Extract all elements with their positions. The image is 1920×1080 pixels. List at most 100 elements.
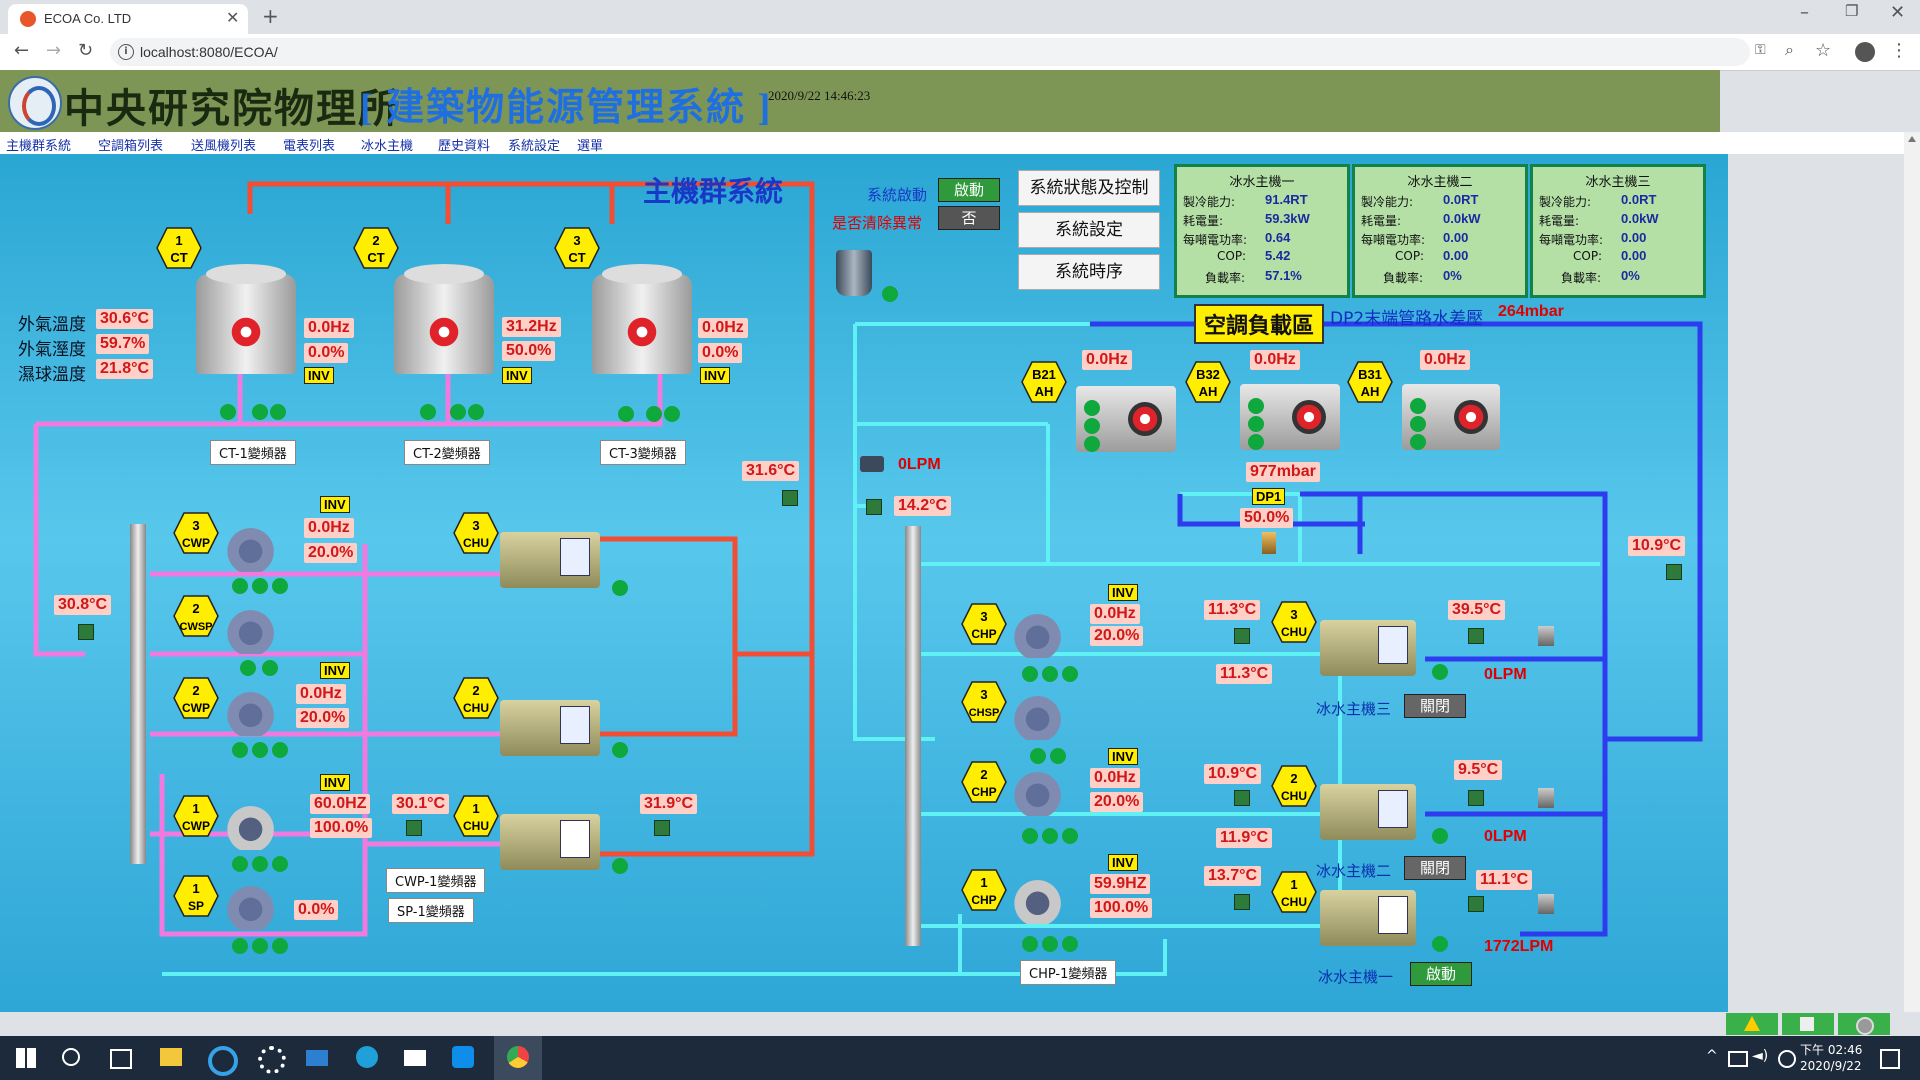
new-tab-icon[interactable]: + <box>262 4 279 28</box>
chu-1-out-temp: 11.1°C <box>1476 870 1533 890</box>
page-scrollbar[interactable] <box>1904 132 1920 1012</box>
url-field[interactable]: i localhost:8080/ECOA/ <box>110 38 1750 66</box>
chiller-panel-row-label: 耗電量: <box>1539 214 1580 228</box>
system-schedule-button[interactable]: 系統時序 <box>1018 254 1160 290</box>
status-dot <box>1030 748 1046 764</box>
settings-icon[interactable] <box>1838 1013 1890 1035</box>
action-center-icon[interactable] <box>1880 1049 1900 1069</box>
chiller-3-state-button[interactable]: 關閉 <box>1404 694 1466 718</box>
cwp-2-pct: 20.0% <box>296 708 350 728</box>
zoom-icon[interactable]: ⌕ <box>1785 40 1794 60</box>
chiller-unit-2[interactable] <box>1320 784 1416 840</box>
menu-host-group[interactable]: 主機群系統 <box>6 135 71 154</box>
sp-1-vfd[interactable]: SP-1變頻器 <box>388 898 474 923</box>
menu-chiller[interactable]: 冰水主機 <box>361 135 413 154</box>
forward-icon[interactable]: → <box>46 40 61 61</box>
chrome-icon[interactable] <box>494 1036 542 1080</box>
settings-gear-icon[interactable] <box>258 1046 286 1074</box>
back-icon[interactable]: ← <box>14 40 29 61</box>
profile-icon[interactable] <box>1855 42 1875 62</box>
key-icon[interactable]: ⚿ <box>1755 42 1766 58</box>
menu-system-settings[interactable]: 系統設定 <box>508 135 560 154</box>
ct-3-freq: 0.0Hz <box>698 318 748 338</box>
chiller-panel-row-value: 0.00 <box>1621 230 1647 245</box>
status-dot <box>1248 434 1264 450</box>
cooling-tower-1[interactable] <box>196 264 296 384</box>
page-title: 主機群系統 <box>643 175 784 208</box>
svg-text:CHU: CHU <box>1281 895 1307 909</box>
chiller-unit-3[interactable] <box>1320 620 1416 676</box>
cwp-2-tag: 2 CWP <box>172 676 220 720</box>
minimize-icon[interactable]: – <box>1800 2 1809 23</box>
svg-text:CHSP: CHSP <box>969 707 1000 719</box>
pump-sp-1[interactable] <box>225 884 289 930</box>
search-icon[interactable] <box>62 1048 80 1066</box>
chiller-unit-1-cond[interactable] <box>500 814 600 870</box>
cwp-1-vfd[interactable]: CWP-1變頻器 <box>386 868 486 893</box>
ie-browser-icon[interactable] <box>208 1046 238 1076</box>
cwp-1-tag: 1 CWP <box>172 794 220 838</box>
pump-cwsp-2[interactable] <box>225 608 289 654</box>
edge-browser-icon[interactable] <box>356 1046 378 1068</box>
status-dot <box>450 404 466 420</box>
chiller-unit-2-cond[interactable] <box>500 700 600 756</box>
maximize-icon[interactable]: ❐ <box>1845 2 1858 20</box>
task-view-icon[interactable] <box>110 1049 132 1069</box>
cooling-tower-3[interactable] <box>592 264 692 384</box>
system-status-control-button[interactable]: 系統狀態及控制 <box>1018 170 1160 206</box>
bookmark-star-icon[interactable]: ☆ <box>1815 40 1831 61</box>
svg-text:AH: AH <box>1361 384 1380 399</box>
chiller-1-state-button[interactable]: 啟動 <box>1410 962 1472 986</box>
menu-kebab-icon[interactable]: ⋮ <box>1890 40 1908 61</box>
status-dot <box>468 404 484 420</box>
windows-start-icon[interactable] <box>16 1048 36 1068</box>
file-explorer-icon[interactable] <box>160 1048 182 1066</box>
warning-icon[interactable] <box>1726 1013 1778 1035</box>
chiller-unit-3-cond[interactable] <box>500 532 600 588</box>
edit-icon[interactable] <box>1782 1013 1834 1035</box>
ct-1-tag: 1 CT <box>155 226 203 270</box>
tray-chevron-icon[interactable]: ^ <box>1706 1048 1718 1064</box>
ct-2-inv: INV <box>502 367 532 384</box>
network-icon[interactable] <box>1728 1051 1748 1067</box>
pump-chsp-3[interactable] <box>1012 694 1076 740</box>
window-app-icon[interactable] <box>404 1050 426 1066</box>
status-dot <box>1050 748 1066 764</box>
menu-ahu-list[interactable]: 空調箱列表 <box>98 135 163 154</box>
condenser-return-temp: 31.6°C <box>742 461 800 481</box>
close-tab-icon[interactable]: ✕ <box>226 8 239 27</box>
reload-icon[interactable]: ↻ <box>78 40 93 61</box>
close-window-icon[interactable]: ✕ <box>1890 2 1905 23</box>
pump-chp-1[interactable] <box>1012 878 1076 924</box>
status-dot <box>1410 398 1426 414</box>
ct-3-vfd[interactable]: CT-3變頻器 <box>600 440 686 465</box>
system-start-button[interactable]: 啟動 <box>938 178 1000 202</box>
pump-chp-3[interactable] <box>1012 612 1076 658</box>
ct-1-vfd[interactable]: CT-1變頻器 <box>210 440 296 465</box>
teamviewer-icon[interactable] <box>452 1046 474 1068</box>
chp-1-vfd[interactable]: CHP-1變頻器 <box>1020 960 1117 985</box>
pump-cwp-2[interactable] <box>225 690 289 736</box>
volume-icon[interactable]: ◄) <box>1752 1048 1768 1064</box>
chiller-panel-row-label: COP: <box>1217 249 1247 263</box>
menu-fan-list[interactable]: 送風機列表 <box>191 135 256 154</box>
pump-chp-2[interactable] <box>1012 770 1076 816</box>
scroll-up-icon[interactable] <box>1908 136 1916 142</box>
pump-cwp-1[interactable] <box>225 804 289 850</box>
cooling-tower-2[interactable] <box>394 264 494 384</box>
ct-2-vfd[interactable]: CT-2變頻器 <box>404 440 490 465</box>
clear-alarm-button[interactable]: 否 <box>938 206 1000 230</box>
menu-meter-list[interactable]: 電表列表 <box>283 135 335 154</box>
chiller-unit-1[interactable] <box>1320 890 1416 946</box>
chiller-2-panel: 冰水主機二 製冷能力: 0.0RT 耗電量: 0.0kW 每噸電功率: 0.00 CO… <box>1352 164 1528 298</box>
browser-tab[interactable]: ECOA Co. LTD ✕ <box>8 4 248 34</box>
system-settings-button[interactable]: 系統設定 <box>1018 212 1160 248</box>
menu-select[interactable]: 選單 <box>577 135 603 154</box>
mail-icon[interactable] <box>306 1050 328 1066</box>
chiller-2-state-button[interactable]: 關閉 <box>1404 856 1466 880</box>
status-dot <box>1084 418 1100 434</box>
chp-1-tag: 1 CHP <box>960 868 1008 912</box>
pump-cwp-3[interactable] <box>225 526 289 572</box>
notification-status-icon[interactable] <box>1778 1050 1796 1068</box>
menu-history[interactable]: 歷史資料 <box>438 135 490 154</box>
